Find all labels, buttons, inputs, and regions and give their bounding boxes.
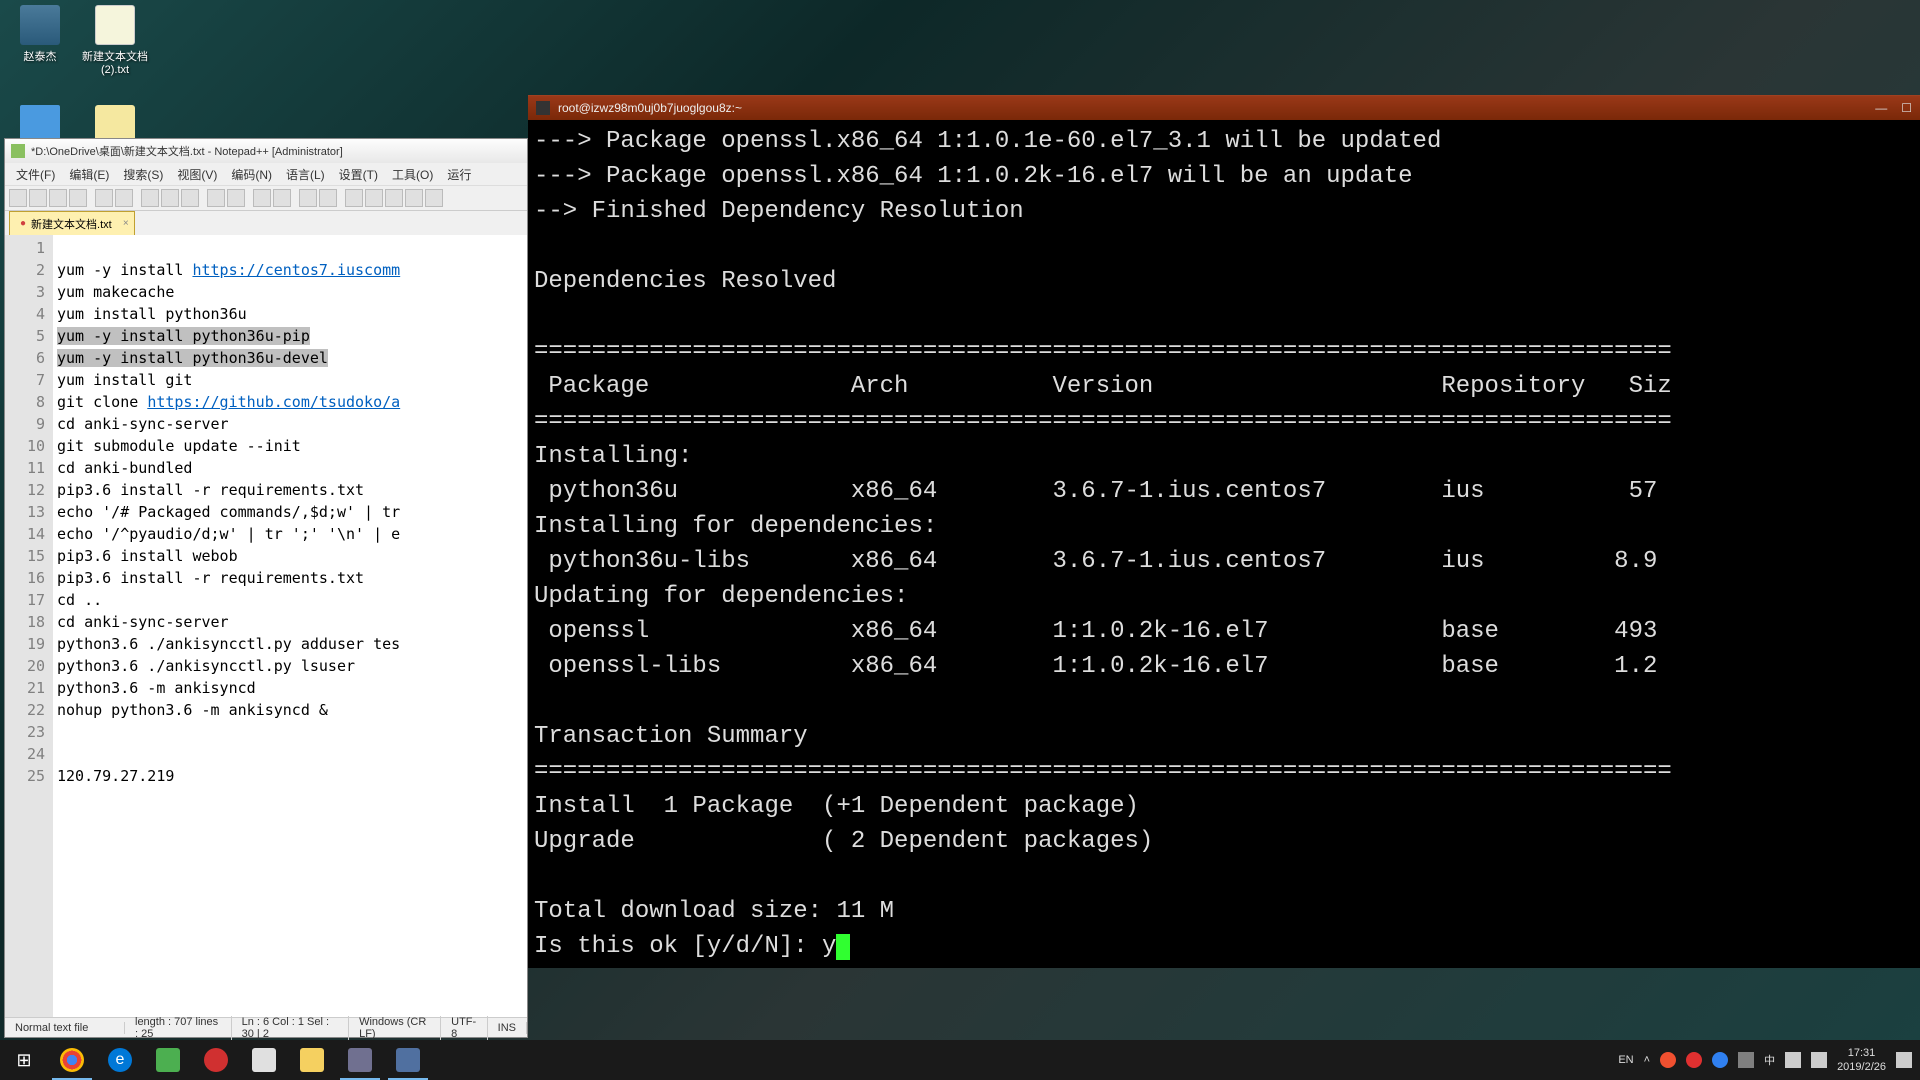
play-button[interactable]	[425, 189, 443, 207]
find-button[interactable]	[253, 189, 271, 207]
chrome-icon	[60, 1048, 84, 1072]
desktop-icon-user[interactable]: 赵泰杰	[5, 5, 75, 64]
start-button[interactable]: ⊞	[0, 1040, 48, 1080]
minimize-button[interactable]: —	[1875, 101, 1887, 115]
icon-label: 赵泰杰	[5, 48, 75, 64]
notepadpp-window: *D:\OneDrive\桌面\新建文本文档.txt - Notepad++ […	[4, 138, 528, 1038]
replace-button[interactable]	[273, 189, 291, 207]
tray-icon-2[interactable]	[1686, 1052, 1702, 1068]
notepadpp-editor[interactable]: 1234567891011121314151617181920212223242…	[5, 235, 527, 1017]
save-button[interactable]	[49, 189, 67, 207]
menu-edit[interactable]: 编辑(E)	[62, 163, 116, 185]
status-position: Ln : 6 Col : 1 Sel : 30 | 2	[232, 1016, 349, 1040]
tray-chevron-icon[interactable]: ˄	[1644, 1054, 1650, 1066]
macro-button[interactable]	[405, 189, 423, 207]
close-button[interactable]	[95, 189, 113, 207]
menu-tools[interactable]: 工具(O)	[385, 163, 440, 185]
network-icon[interactable]	[1785, 1052, 1801, 1068]
tray-icon-3[interactable]	[1712, 1052, 1728, 1068]
green-app-icon	[156, 1048, 180, 1072]
wrap-button[interactable]	[345, 189, 363, 207]
taskbar-explorer[interactable]	[288, 1040, 336, 1080]
folder-icon	[300, 1048, 324, 1072]
menu-view[interactable]: 视图(V)	[170, 163, 224, 185]
window-title: *D:\OneDrive\桌面\新建文本文档.txt - Notepad++ […	[31, 143, 343, 159]
taskbar-notepadpp[interactable]	[336, 1040, 384, 1080]
maximize-button[interactable]: ☐	[1901, 101, 1912, 115]
status-eol: Windows (CR LF)	[349, 1016, 441, 1040]
taskbar-edge[interactable]: e	[96, 1040, 144, 1080]
mail-icon	[252, 1048, 276, 1072]
tray-icon-1[interactable]	[1660, 1052, 1676, 1068]
user-folder-icon	[20, 5, 60, 45]
code-area[interactable]: yum -y install https://centos7.iuscommyu…	[53, 235, 527, 1017]
notepadpp-menubar: 文件(F) 编辑(E) 搜索(S) 视图(V) 编码(N) 语言(L) 设置(T…	[5, 163, 527, 185]
terminal-title-text: root@izwz98m0uj0b7juoglgou8z:~	[558, 101, 742, 115]
taskbar-clock[interactable]: 17:31 2019/2/26	[1837, 1046, 1886, 1074]
system-tray: EN ˄ 中 17:31 2019/2/26	[1618, 1046, 1920, 1074]
copy-button[interactable]	[161, 189, 179, 207]
tab-close-icon[interactable]: ×	[123, 218, 129, 229]
line-number-gutter: 1234567891011121314151617181920212223242…	[5, 235, 53, 1017]
notifications-icon[interactable]	[1896, 1052, 1912, 1068]
desktop-icon-textfile[interactable]: 新建文本文档 (2).txt	[80, 5, 150, 76]
taskbar-app1[interactable]	[144, 1040, 192, 1080]
open-file-button[interactable]	[29, 189, 47, 207]
new-file-button[interactable]	[9, 189, 27, 207]
menu-file[interactable]: 文件(F)	[9, 163, 62, 185]
taskbar-left: ⊞ e	[0, 1040, 432, 1080]
notepadpp-icon	[11, 144, 25, 158]
notepadpp-statusbar: Normal text file length : 707 lines : 25…	[5, 1017, 527, 1037]
file-tab[interactable]: 新建文本文档.txt ×	[9, 211, 135, 235]
taskbar: ⊞ e EN ˄ 中 17:31 2019/2/26	[0, 1040, 1920, 1080]
status-filetype: Normal text file	[5, 1022, 125, 1034]
edge-icon: e	[108, 1048, 132, 1072]
notepadpp-tabbar: 新建文本文档.txt ×	[5, 211, 527, 235]
red-app-icon	[204, 1048, 228, 1072]
taskbar-chrome[interactable]	[48, 1040, 96, 1080]
show-chars-button[interactable]	[365, 189, 383, 207]
status-encoding: UTF-8	[441, 1016, 488, 1040]
save-all-button[interactable]	[69, 189, 87, 207]
menu-search[interactable]: 搜索(S)	[116, 163, 170, 185]
textfile-icon	[95, 5, 135, 45]
tab-label: 新建文本文档.txt	[31, 216, 112, 232]
ime-indicator[interactable]: 中	[1764, 1052, 1775, 1068]
icon-label: 新建文本文档 (2).txt	[80, 48, 150, 76]
volume-icon[interactable]	[1811, 1052, 1827, 1068]
menu-language[interactable]: 语言(L)	[279, 163, 332, 185]
notepadpp-toolbar	[5, 185, 527, 211]
clock-time: 17:31	[1837, 1046, 1886, 1060]
taskbar-mail[interactable]	[240, 1040, 288, 1080]
terminal-window: root@izwz98m0uj0b7juoglgou8z:~ — ☐ ---> …	[528, 95, 1920, 968]
menu-run[interactable]: 运行	[440, 163, 478, 185]
taskbar-app2[interactable]	[192, 1040, 240, 1080]
menu-settings[interactable]: 设置(T)	[332, 163, 385, 185]
paste-button[interactable]	[181, 189, 199, 207]
menu-encoding[interactable]: 编码(N)	[224, 163, 279, 185]
notepadpp-titlebar[interactable]: *D:\OneDrive\桌面\新建文本文档.txt - Notepad++ […	[5, 139, 527, 163]
status-insertmode: INS	[488, 1022, 527, 1034]
cut-button[interactable]	[141, 189, 159, 207]
terminal-output[interactable]: ---> Package openssl.x86_64 1:1.0.1e-60.…	[528, 120, 1920, 968]
terminal-icon	[536, 101, 550, 115]
indent-button[interactable]	[385, 189, 403, 207]
undo-button[interactable]	[207, 189, 225, 207]
status-length: length : 707 lines : 25	[125, 1016, 232, 1040]
notepadpp-taskbar-icon	[348, 1048, 372, 1072]
terminal-taskbar-icon	[396, 1048, 420, 1072]
clock-date: 2019/2/26	[1837, 1060, 1886, 1074]
taskbar-terminal[interactable]	[384, 1040, 432, 1080]
zoom-out-button[interactable]	[319, 189, 337, 207]
tray-icon-4[interactable]	[1738, 1052, 1754, 1068]
print-button[interactable]	[115, 189, 133, 207]
terminal-titlebar[interactable]: root@izwz98m0uj0b7juoglgou8z:~ — ☐	[528, 96, 1920, 120]
ime-lang[interactable]: EN	[1618, 1054, 1633, 1066]
zoom-in-button[interactable]	[299, 189, 317, 207]
redo-button[interactable]	[227, 189, 245, 207]
